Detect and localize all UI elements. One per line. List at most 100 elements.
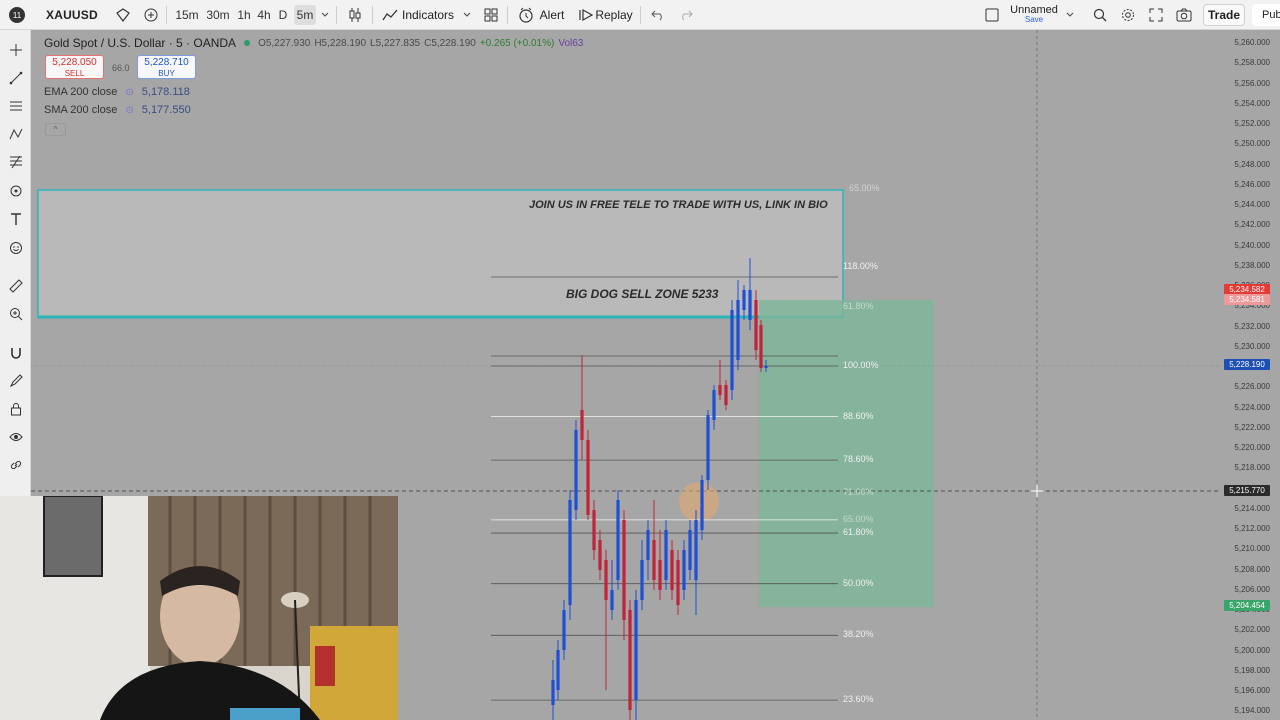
- price-axis-tag: 5,204.454: [1224, 600, 1270, 611]
- indicator-sma[interactable]: SMA 200 close ⊙ 5,177.550: [44, 104, 191, 116]
- candle-bullish[interactable]: [616, 490, 620, 590]
- price-axis-tag: 5,215.770: [1224, 485, 1270, 496]
- eye-icon[interactable]: [5, 426, 26, 447]
- settings-gear-icon[interactable]: [1118, 0, 1138, 30]
- trend-line-icon[interactable]: [5, 67, 26, 88]
- quick-search-icon[interactable]: [1090, 0, 1110, 30]
- candle-bullish[interactable]: [610, 560, 614, 620]
- candle-bullish[interactable]: [712, 385, 716, 430]
- interval-4h[interactable]: 4h: [256, 0, 272, 30]
- price-axis-label: 5,248.000: [1234, 159, 1270, 169]
- candle-bullish[interactable]: [562, 600, 566, 660]
- candle-bullish[interactable]: [700, 475, 704, 540]
- legend-low: L5,227.835: [370, 37, 421, 49]
- candle-bearish[interactable]: [622, 510, 626, 640]
- candle-bullish[interactable]: [551, 660, 555, 720]
- emoji-icon[interactable]: [5, 237, 26, 258]
- interval-dropdown-icon[interactable]: [318, 0, 332, 30]
- price-axis-label: 5,224.000: [1234, 402, 1270, 412]
- zoom-in-icon[interactable]: [5, 303, 26, 324]
- alert-button[interactable]: Alert: [538, 0, 566, 30]
- candle-bearish[interactable]: [604, 550, 608, 690]
- price-axis-label: 5,222.000: [1234, 422, 1270, 432]
- link-icon[interactable]: [5, 454, 26, 475]
- layout-name-button[interactable]: Unnamed Save: [1006, 0, 1062, 30]
- replay-icon[interactable]: [576, 0, 596, 30]
- lock-icon[interactable]: [5, 398, 26, 419]
- fullscreen-icon[interactable]: [1146, 0, 1166, 30]
- interval-15m[interactable]: 15m: [174, 0, 200, 30]
- candle-bearish[interactable]: [676, 550, 680, 615]
- fib-level-label: 71.00%: [843, 486, 874, 497]
- fib-level-label: 78.60%: [843, 454, 874, 465]
- candle-bullish[interactable]: [706, 410, 710, 490]
- text-tool-icon[interactable]: [5, 208, 26, 229]
- crosshair-icon[interactable]: [5, 39, 26, 60]
- indicators-icon[interactable]: [380, 0, 400, 30]
- candle-bearish[interactable]: [598, 530, 602, 580]
- alert-clock-icon[interactable]: [515, 0, 537, 30]
- candle-bullish[interactable]: [694, 510, 698, 615]
- indicator-ema[interactable]: EMA 200 close ⊙ 5,178.118: [44, 86, 190, 98]
- layout-checkbox[interactable]: [983, 0, 1001, 30]
- undo-icon[interactable]: [648, 0, 668, 30]
- pattern-tool-icon[interactable]: [5, 123, 26, 144]
- fib-tool-icon[interactable]: [5, 151, 26, 172]
- indicators-dropdown-icon[interactable]: [460, 0, 474, 30]
- candle-bearish[interactable]: [759, 320, 763, 372]
- price-axis-tag: 5,228.190: [1224, 359, 1270, 370]
- candle-bearish[interactable]: [580, 355, 584, 460]
- sell-button[interactable]: 5,228.050 SELL: [45, 55, 104, 79]
- candle-bullish[interactable]: [556, 640, 560, 700]
- spread-value: 66.0: [112, 63, 130, 73]
- price-axis-label: 5,208.000: [1234, 564, 1270, 574]
- redo-icon[interactable]: [676, 0, 696, 30]
- interval-30m[interactable]: 30m: [204, 0, 232, 30]
- layout-name: Unnamed: [1010, 4, 1058, 16]
- indicators-button[interactable]: Indicators: [402, 0, 454, 30]
- replay-button[interactable]: Replay: [595, 0, 632, 30]
- legend-title[interactable]: Gold Spot / U.S. Dollar · 5 · OANDA: [44, 36, 236, 50]
- publish-button[interactable]: Pub: [1252, 4, 1280, 26]
- candle-bearish[interactable]: [592, 500, 596, 560]
- snapshot-camera-icon[interactable]: [1174, 0, 1194, 30]
- candle-bearish[interactable]: [628, 600, 632, 720]
- candle-bearish[interactable]: [724, 380, 728, 410]
- candle-bullish[interactable]: [682, 540, 686, 600]
- legend-collapse-icon[interactable]: ^: [45, 123, 66, 136]
- candle-bullish[interactable]: [574, 420, 578, 520]
- candle-type-icon[interactable]: [344, 0, 366, 30]
- symbol-options-icon[interactable]: [112, 0, 134, 30]
- candle-bullish[interactable]: [646, 520, 650, 580]
- interval-5m[interactable]: 5m: [294, 5, 316, 25]
- layout-dropdown-icon[interactable]: [1063, 0, 1077, 30]
- price-axis-label: 5,218.000: [1234, 463, 1270, 473]
- stay-drawing-icon[interactable]: [5, 370, 26, 391]
- magnet-icon[interactable]: [5, 342, 26, 363]
- candle-bullish[interactable]: [640, 540, 644, 610]
- candle-bullish[interactable]: [664, 520, 668, 590]
- webcam-overlay: [0, 496, 398, 720]
- price-axis[interactable]: 5,260.000 5,258.000 5,256.000 5,254.000 5,25…: [1220, 30, 1280, 720]
- candle-bullish[interactable]: [568, 490, 572, 620]
- candle-bearish[interactable]: [652, 500, 656, 590]
- candle-bearish[interactable]: [670, 540, 674, 600]
- symbol-legend: Gold Spot / U.S. Dollar · 5 · OANDA O5,2…: [44, 36, 583, 50]
- compare-add-icon[interactable]: [140, 0, 162, 30]
- indicator-ema-eye-icon[interactable]: ⊙: [125, 87, 133, 98]
- trade-button[interactable]: Trade: [1203, 4, 1245, 26]
- candle-bearish[interactable]: [586, 430, 590, 520]
- candle-bullish[interactable]: [730, 300, 734, 400]
- candle-bearish[interactable]: [754, 290, 758, 360]
- indicator-sma-eye-icon[interactable]: ⊙: [125, 105, 133, 116]
- candle-bullish[interactable]: [688, 520, 692, 580]
- brush-icon[interactable]: [5, 180, 26, 201]
- layouts-grid-icon[interactable]: [481, 0, 501, 30]
- candle-bearish[interactable]: [658, 530, 662, 600]
- interval-d[interactable]: D: [277, 0, 289, 30]
- buy-button[interactable]: 5,228.710 BUY: [137, 55, 196, 79]
- app-menu-icon[interactable]: 11: [4, 0, 30, 30]
- horizontal-lines-icon[interactable]: [5, 95, 26, 116]
- interval-1h[interactable]: 1h: [236, 0, 252, 30]
- ruler-icon[interactable]: [5, 275, 26, 296]
